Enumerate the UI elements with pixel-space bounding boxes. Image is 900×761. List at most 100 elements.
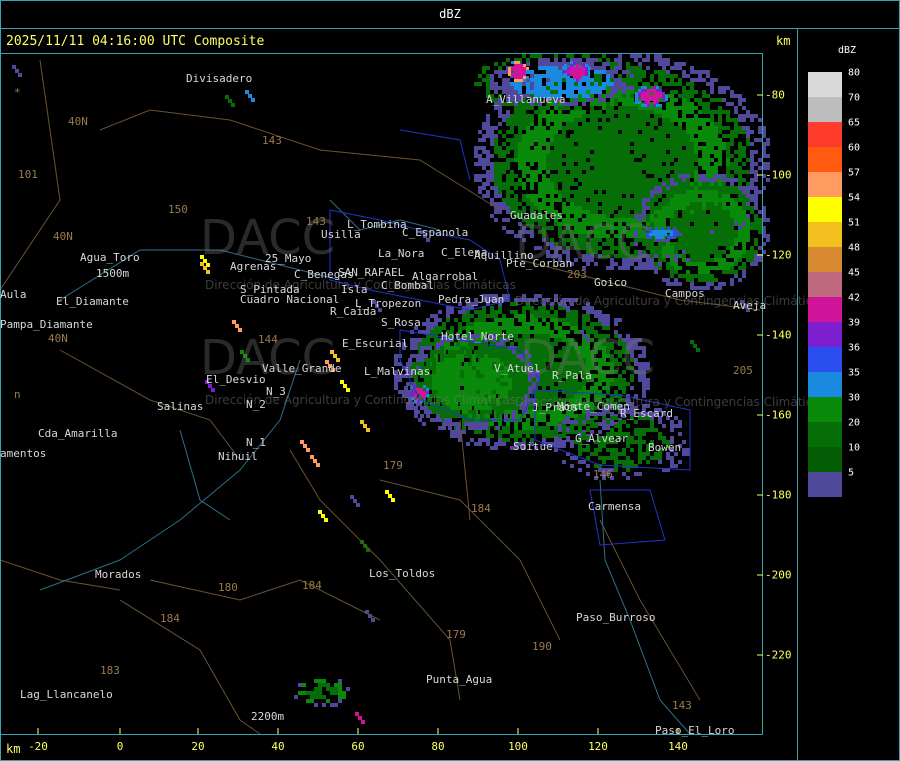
x-tick-label: -20: [28, 740, 48, 753]
place-label: 2200m: [251, 710, 285, 723]
place-label: El_Diamante: [56, 295, 129, 308]
y-tick-label: -220: [765, 648, 792, 662]
timestamp-label: 2025/11/11 04:16:00 UTC Composite: [6, 34, 265, 49]
legend-swatch: [808, 347, 842, 372]
place-label: S_Rosa: [381, 316, 421, 329]
route-label: 183: [100, 664, 120, 677]
route-label: 150: [168, 203, 188, 216]
place-label: Monte_Comen: [557, 400, 630, 413]
legend-unit: dBZ: [838, 45, 857, 56]
place-label: Cuadro Nacional: [240, 293, 340, 306]
place-label: Punta_Agua: [426, 673, 493, 686]
place-label: Paso_El_Loro: [655, 724, 735, 737]
route-label: 146: [593, 468, 613, 481]
legend-label: 65: [848, 117, 861, 129]
title-bar: dBZ: [0, 0, 900, 28]
y-axis-unit: km: [776, 34, 791, 48]
legend-label: 5: [848, 467, 855, 479]
legend-swatch: [808, 172, 842, 197]
place-label: Isla: [341, 283, 368, 296]
place-label: Cda_Amarilla: [38, 427, 118, 440]
route-label: 184: [302, 579, 322, 592]
place-label: N_1: [246, 436, 266, 449]
route-label: 184: [160, 612, 180, 625]
x-tick-label: 40: [271, 740, 285, 753]
legend-label: 60: [848, 142, 861, 154]
legend-label: 20: [848, 417, 861, 429]
route-label: 40N: [68, 115, 88, 128]
radar-map: [0, 0, 900, 761]
place-label: Aveja: [733, 299, 767, 312]
x-tick-label: 20: [191, 740, 205, 753]
route-label: 143: [262, 134, 282, 147]
route-label: *: [14, 86, 21, 99]
place-label: L_Malvinas: [364, 365, 431, 378]
place-label: 1500m: [96, 267, 130, 280]
place-label: SAN_RAFAEL: [338, 266, 405, 279]
place-label: Hotel_Norte: [441, 330, 514, 343]
place-label: Bowen: [648, 441, 682, 454]
place-label: La_Nora: [378, 247, 425, 260]
y-tick-label: -160: [765, 408, 792, 422]
legend-swatch: [808, 397, 842, 422]
place-label: N_2: [246, 398, 266, 411]
legend-swatch: [808, 122, 842, 147]
place-label: C_Espanola: [402, 226, 469, 239]
place-label: Pampa_Diamante: [0, 318, 93, 331]
legend-swatch: [808, 272, 842, 297]
legend-label: 51: [848, 217, 861, 229]
legend-label: 48: [848, 242, 861, 254]
legend-label: 57: [848, 167, 861, 179]
x-tick-label: 100: [508, 740, 528, 753]
place-label: El_Desvio: [206, 373, 266, 386]
legend-label: 30: [848, 392, 861, 404]
route-label: 101: [18, 168, 38, 181]
legend-swatch: [808, 147, 842, 172]
place-label: E_Escurial: [342, 337, 409, 350]
place-label: V_Atuel: [494, 362, 541, 375]
x-tick-label: 120: [588, 740, 608, 753]
x-tick-label: 140: [668, 740, 688, 753]
legend-swatch: [808, 322, 842, 347]
route-label: 179: [383, 459, 403, 472]
place-label: Pedra_Juan: [438, 293, 505, 306]
y-tick-label: -140: [765, 328, 792, 342]
place-label: Valle_Grande: [262, 362, 342, 375]
place-label: C_Bombal: [381, 279, 434, 292]
route-label: 40N: [53, 230, 73, 243]
place-label: Salinas: [157, 400, 204, 413]
place-label: N_3: [266, 385, 286, 398]
place-label: Campos: [665, 287, 705, 300]
legend-swatch: [808, 247, 842, 272]
place-label: G_Alvear: [575, 432, 628, 445]
place-label: Morados: [95, 568, 142, 581]
y-tick-label: -180: [765, 488, 792, 502]
route-label: 144: [258, 333, 278, 346]
legend-swatch: [808, 97, 842, 122]
legend-label: 39: [848, 317, 861, 329]
place-label: Soitue: [513, 440, 553, 453]
legend-swatch: [808, 72, 842, 97]
place-label: Los_Toldos: [369, 567, 436, 580]
route-label: 40N: [48, 332, 68, 345]
place-label: Usilla: [321, 228, 361, 241]
y-tick-label: -120: [765, 248, 792, 262]
legend-label: 10: [848, 442, 861, 454]
legend-label: 35: [848, 367, 861, 379]
legend-label: 70: [848, 92, 861, 104]
route-label: 180: [218, 581, 238, 594]
place-label: Nihuil: [218, 450, 258, 463]
place-label: Agua_Toro: [80, 251, 140, 264]
place-label: Carmensa: [588, 500, 641, 513]
route-label: 203: [567, 268, 587, 281]
legend-swatch: [808, 372, 842, 397]
x-tick-label: 80: [431, 740, 445, 753]
legend-swatch: [808, 422, 842, 447]
route-label: 143: [306, 215, 326, 228]
legend-label: 80: [848, 67, 861, 79]
place-label: 25_Mayo: [265, 252, 312, 265]
route-label: 205: [733, 364, 753, 377]
legend-label: 42: [848, 292, 861, 304]
legend-label: 54: [848, 192, 861, 204]
y-tick-label: -80: [765, 88, 785, 102]
